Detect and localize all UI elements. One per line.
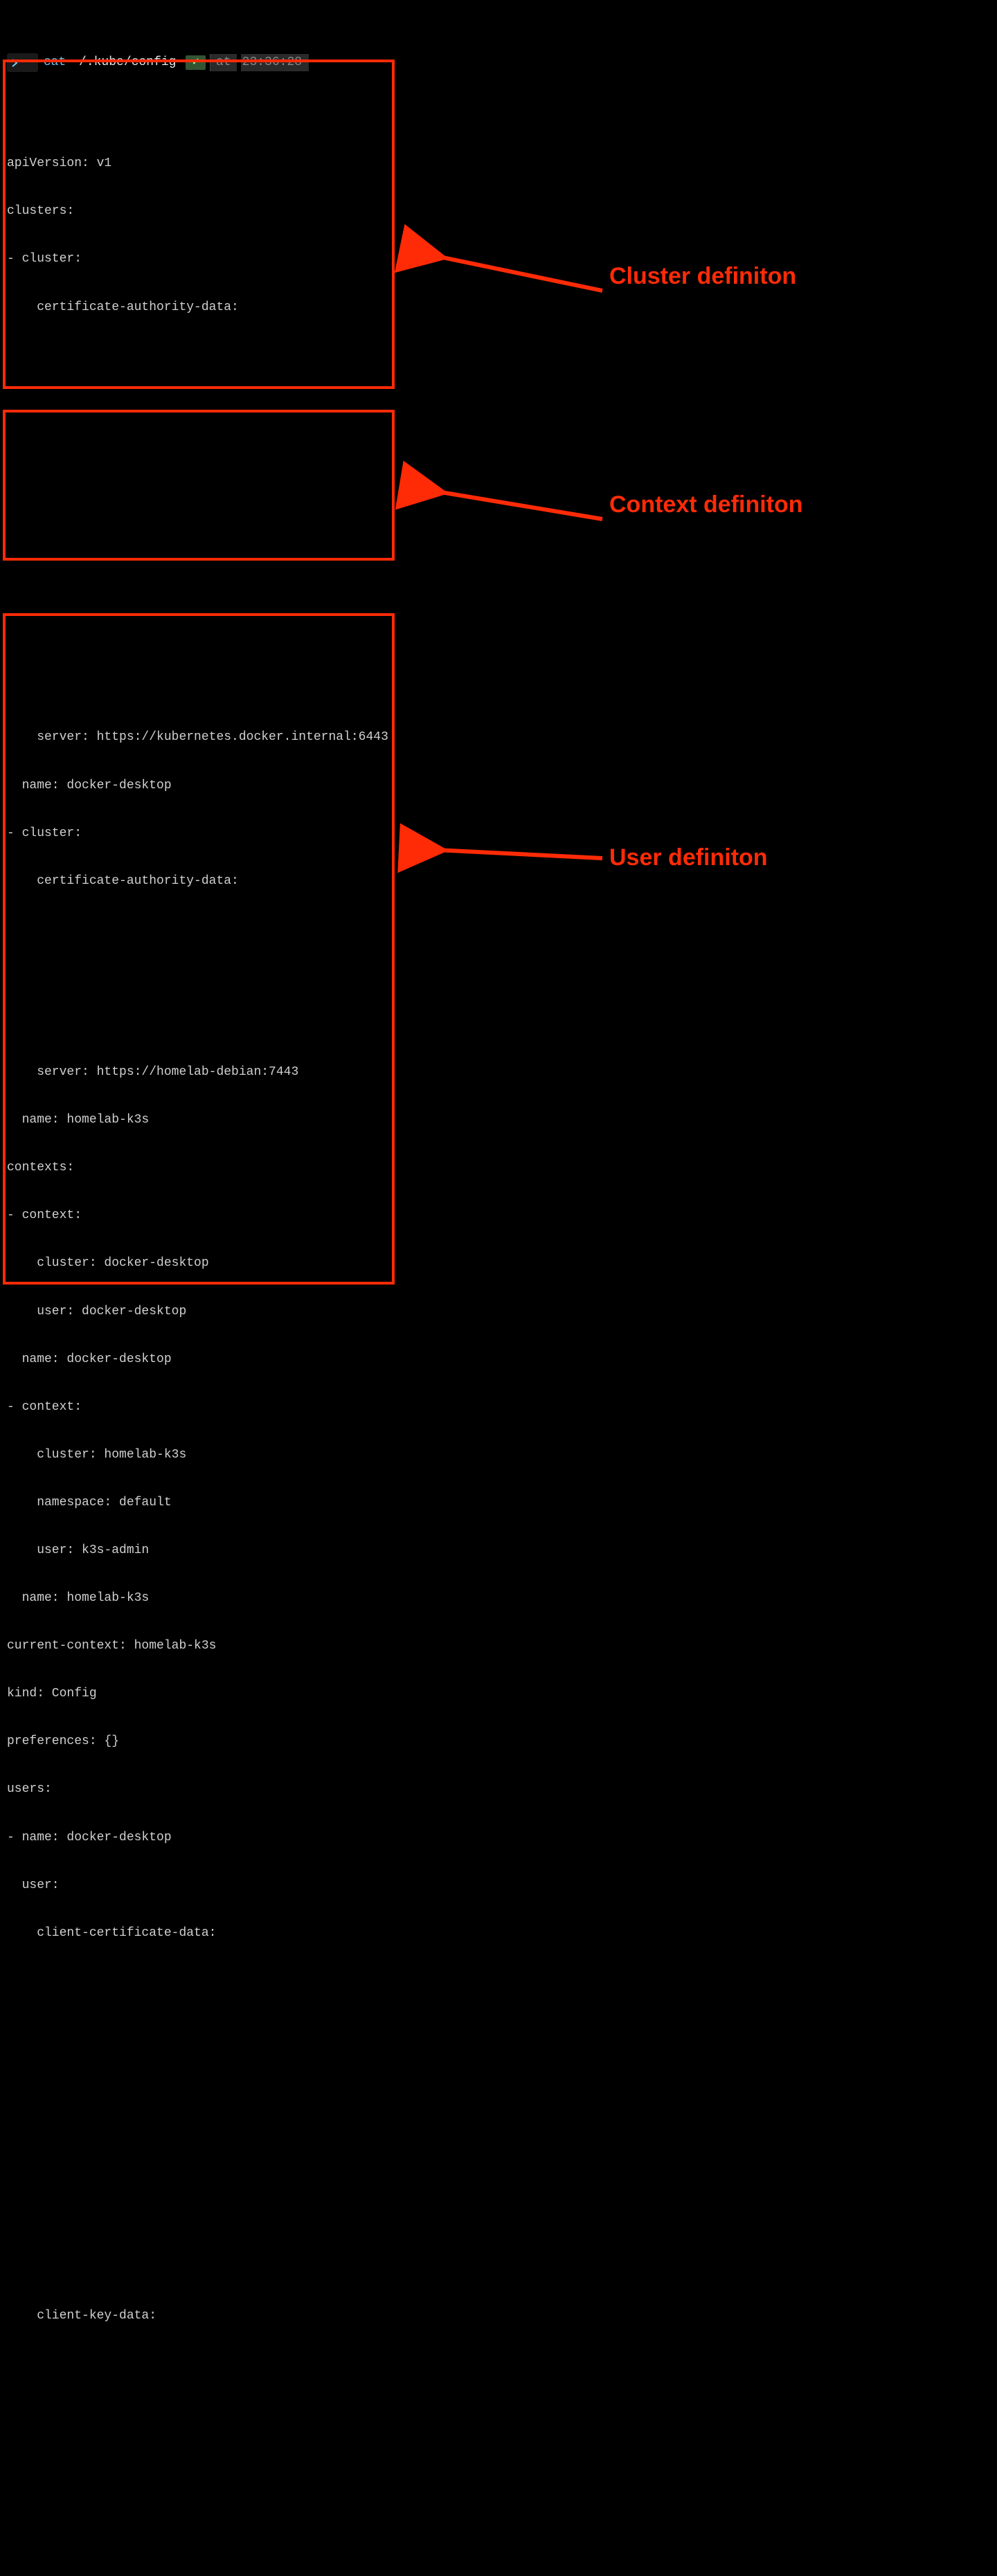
yaml-blank — [7, 586, 990, 602]
yaml-line: preferences: {} — [7, 1734, 990, 1750]
yaml-line: current-context: homelab-k3s — [7, 1638, 990, 1654]
yaml-blank — [7, 2069, 990, 2085]
yaml-line: name: docker-desktop — [7, 1352, 990, 1368]
yaml-line: client-certificate-data: — [7, 1925, 990, 1941]
command-output: apiVersion: v1 clusters: - cluster: cert… — [7, 124, 990, 2576]
yaml-blank — [7, 2404, 990, 2420]
yaml-line: - cluster: — [7, 251, 990, 267]
yaml-line: server: https://homelab-debian:7443 — [7, 1064, 990, 1080]
prompt-line: ~ cat ~/.kube/config ✓ at 23:36:28 — [7, 53, 990, 72]
yaml-line: clusters: — [7, 203, 990, 219]
yaml-line: apiVersion: v1 — [7, 156, 990, 172]
yaml-line: kind: Config — [7, 1686, 990, 1702]
yaml-blank — [7, 634, 990, 650]
yaml-line: - context: — [7, 1208, 990, 1224]
prompt-segment: ~ — [7, 53, 38, 72]
yaml-blank — [7, 2547, 990, 2563]
yaml-blank — [7, 2499, 990, 2515]
yaml-line: certificate-authority-data: — [7, 873, 990, 889]
yaml-blank — [7, 682, 990, 698]
yaml-blank — [7, 2356, 990, 2372]
yaml-line: - cluster: — [7, 826, 990, 842]
yaml-line: name: docker-desktop — [7, 778, 990, 794]
yaml-line: client-key-data: — [7, 2308, 990, 2324]
time-at-label: at — [210, 54, 237, 71]
yaml-line: users: — [7, 1781, 990, 1797]
yaml-blank — [7, 2451, 990, 2467]
status-time-badge: ✓ at 23:36:28 — [186, 54, 309, 71]
yaml-blank — [7, 491, 990, 507]
prompt-chevron-icon — [11, 59, 19, 67]
prompt-cwd: ~ — [24, 55, 31, 71]
yaml-blank — [7, 1973, 990, 1989]
yaml-line: cluster: docker-desktop — [7, 1255, 990, 1271]
yaml-line: server: https://kubernetes.docker.intern… — [7, 729, 990, 745]
yaml-line: certificate-authority-data: — [7, 300, 990, 316]
yaml-blank — [7, 2116, 990, 2132]
yaml-blank — [7, 2021, 990, 2037]
command-name: cat — [44, 55, 66, 71]
yaml-blank — [7, 538, 990, 554]
yaml-blank — [7, 1017, 990, 1033]
yaml-blank — [7, 969, 990, 985]
yaml-blank — [7, 443, 990, 459]
command-arg: ~/.kube/config — [71, 55, 176, 71]
yaml-blank — [7, 2164, 990, 2180]
yaml-blank — [7, 2260, 990, 2276]
yaml-line: contexts: — [7, 1160, 990, 1176]
yaml-line: user: — [7, 1878, 990, 1894]
yaml-line: - context: — [7, 1399, 990, 1415]
status-check-icon: ✓ — [186, 55, 206, 70]
yaml-blank — [7, 2212, 990, 2228]
yaml-line: namespace: default — [7, 1495, 990, 1511]
yaml-blank — [7, 347, 990, 363]
yaml-line: user: docker-desktop — [7, 1304, 990, 1320]
yaml-line: user: k3s-admin — [7, 1543, 990, 1559]
yaml-line: name: homelab-k3s — [7, 1590, 990, 1606]
yaml-line: cluster: homelab-k3s — [7, 1447, 990, 1463]
time-value: 23:36:28 — [241, 54, 309, 71]
yaml-blank — [7, 921, 990, 937]
yaml-line: - name: docker-desktop — [7, 1830, 990, 1846]
terminal-window: ~ cat ~/.kube/config ✓ at 23:36:28 apiVe… — [0, 0, 997, 2576]
yaml-line: name: homelab-k3s — [7, 1112, 990, 1128]
yaml-blank — [7, 395, 990, 411]
